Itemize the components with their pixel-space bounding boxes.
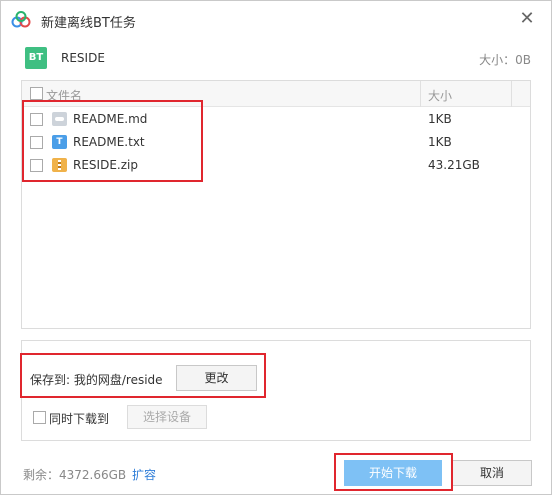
bt-task-dialog: 新建离线BT任务 ✕ BT RESIDE 大小：0B 文件名 大小 README… <box>0 0 552 495</box>
file-row[interactable]: RESIDE.zip 43.21GB <box>22 154 530 177</box>
save-options: 保存到: 我的网盘/reside 更改 同时下载到 选择设备 <box>21 340 531 441</box>
bt-torrent-icon: BT <box>25 47 47 69</box>
select-device-button: 选择设备 <box>127 405 207 429</box>
file-list-panel: 文件名 大小 README.md 1KB T README.txt 1KB RE… <box>21 80 531 329</box>
cancel-button[interactable]: 取消 <box>452 460 532 486</box>
save-path-label: 保存到: 我的网盘/reside <box>30 373 163 387</box>
column-divider[interactable] <box>511 81 512 107</box>
column-header-size[interactable]: 大小 <box>428 87 452 104</box>
remaining-space: 剩余：4372.66GB <box>23 468 127 482</box>
file-size: 1KB <box>428 135 452 149</box>
column-header-name[interactable]: 文件名 <box>46 87 82 104</box>
sync-download-checkbox[interactable] <box>33 411 46 424</box>
change-path-button[interactable]: 更改 <box>176 365 257 391</box>
file-row[interactable]: README.md 1KB <box>22 108 530 131</box>
file-size: 43.21GB <box>428 158 480 172</box>
md-file-icon <box>52 112 67 126</box>
dialog-title: 新建离线BT任务 <box>41 16 136 31</box>
task-name: RESIDE <box>61 51 105 65</box>
file-name: RESIDE.zip <box>73 158 138 172</box>
zip-file-icon <box>52 158 67 172</box>
select-all-checkbox[interactable] <box>30 87 43 100</box>
total-size: 大小：0B <box>479 53 531 67</box>
file-checkbox[interactable] <box>30 159 43 172</box>
dialog-footer: 剩余：4372.66GB 扩容 开始下载 取消 <box>1 454 551 490</box>
close-icon[interactable]: ✕ <box>517 9 537 29</box>
column-divider[interactable] <box>420 81 421 107</box>
file-checkbox[interactable] <box>30 136 43 149</box>
cloud-logo-icon <box>11 11 31 28</box>
file-name: README.md <box>73 112 148 126</box>
task-summary: BT RESIDE 大小：0B <box>1 43 551 73</box>
file-size: 1KB <box>428 112 452 126</box>
file-checkbox[interactable] <box>30 113 43 126</box>
sync-download-label[interactable]: 同时下载到 <box>49 410 109 427</box>
file-name: README.txt <box>73 135 145 149</box>
title-bar: 新建离线BT任务 ✕ <box>1 1 551 39</box>
txt-file-icon: T <box>52 135 67 149</box>
file-row[interactable]: T README.txt 1KB <box>22 131 530 154</box>
expand-storage-link[interactable]: 扩容 <box>132 466 156 483</box>
start-download-button[interactable]: 开始下载 <box>344 460 442 486</box>
file-list-header: 文件名 大小 <box>22 81 530 107</box>
